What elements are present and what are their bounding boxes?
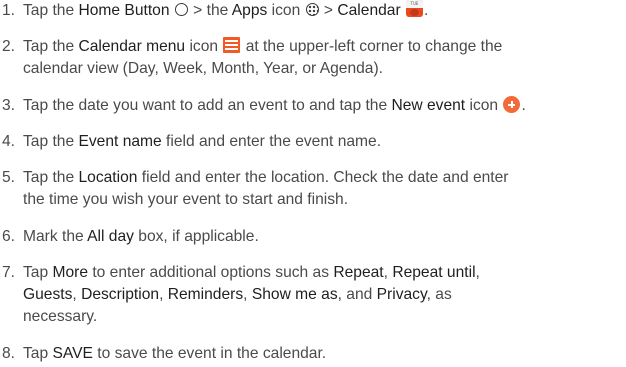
new-event-plus-icon [503, 96, 521, 113]
step-text: icon [185, 38, 223, 55]
description-label: Description [81, 286, 160, 303]
event-name-label: Event name [78, 133, 162, 150]
step-text: at the upper-left corner to change the [241, 38, 503, 55]
step-1: 1. Tap the Home Button > the Apps icon > … [2, 0, 622, 22]
step-text: field and enter the location. Check the … [137, 169, 509, 186]
step-2: 2. Tap the Calendar menu icon at the uppe… [2, 36, 622, 80]
step-text: Tap [23, 345, 53, 362]
all-day-label: All day [87, 228, 134, 245]
repeat-until-label: Repeat until [392, 264, 476, 281]
step-text: box, if applicable. [133, 228, 259, 245]
new-event-label: New event [391, 97, 466, 114]
show-me-as-label: Show me as [251, 286, 338, 303]
step-text: . [521, 97, 526, 114]
apps-grid-icon [305, 3, 319, 16]
step-text: icon [465, 97, 503, 114]
step-text: , [159, 286, 168, 303]
calendar-icon-day-text: TUE [410, 1, 419, 6]
step-text: to enter additional options such as [88, 264, 334, 281]
step-text: to save the event in the calendar. [92, 345, 327, 362]
step-text: Mark the [23, 228, 88, 245]
step-7: 7. Tap More to enter additional options s… [2, 262, 622, 328]
step-text: field and enter the event name. [161, 133, 382, 150]
step-text: , as [426, 286, 452, 303]
reminders-label: Reminders [167, 286, 244, 303]
location-label: Location [78, 169, 138, 186]
step-text: the time you wish your event to start an… [23, 191, 349, 208]
step-4: 4. Tap the Event name field and enter the… [2, 131, 622, 153]
step-text: . [424, 2, 429, 19]
step-3: 3. Tap the date you want to add an event … [2, 95, 622, 117]
step-text: , and [337, 286, 377, 303]
step-text: > [319, 2, 338, 19]
step-text: Tap the [23, 38, 79, 55]
more-label: More [52, 264, 89, 281]
privacy-label: Privacy [376, 286, 427, 303]
calendar-label: Calendar [337, 2, 401, 19]
calendar-menu-label: Calendar menu [78, 38, 186, 55]
step-text: , [243, 286, 252, 303]
step-number: 5. [2, 169, 16, 186]
step-number: 7. [2, 264, 16, 281]
calendar-app-icon: TUE [406, 0, 423, 17]
step-text: , [475, 264, 480, 281]
step-text: necessary. [23, 308, 98, 325]
step-number: 2. [2, 38, 16, 55]
step-text: Tap the [23, 133, 79, 150]
step-text: calendar view (Day, Week, Month, Year, o… [23, 60, 384, 77]
step-text: , [72, 286, 82, 303]
step-6: 6. Mark the All day box, if applicable. [2, 226, 622, 248]
home-button-label: Home Button [78, 2, 170, 19]
save-label: SAVE [52, 345, 93, 362]
step-number: 4. [2, 133, 16, 150]
apps-label: Apps [231, 2, 268, 19]
step-number: 6. [2, 228, 16, 245]
step-text: > the [188, 2, 232, 19]
step-text: Tap [23, 264, 53, 281]
step-text: Tap the [23, 2, 79, 19]
step-8: 8. Tap SAVE to save the event in the cale… [2, 343, 622, 365]
step-5: 5. Tap the Location field and enter the l… [2, 167, 622, 211]
step-text: , [383, 264, 393, 281]
step-number: 8. [2, 345, 16, 362]
home-button-circle-icon [174, 3, 188, 16]
step-text: icon [267, 2, 305, 19]
calendar-menu-icon [223, 37, 241, 53]
repeat-label: Repeat [333, 264, 384, 281]
step-text: Tap the date you want to add an event to… [23, 97, 392, 114]
instruction-steps: 1. Tap the Home Button > the Apps icon > … [0, 0, 626, 367]
step-number: 3. [2, 97, 16, 114]
step-text: Tap the [23, 169, 79, 186]
guests-label: Guests [23, 286, 73, 303]
step-number: 1. [2, 2, 16, 19]
